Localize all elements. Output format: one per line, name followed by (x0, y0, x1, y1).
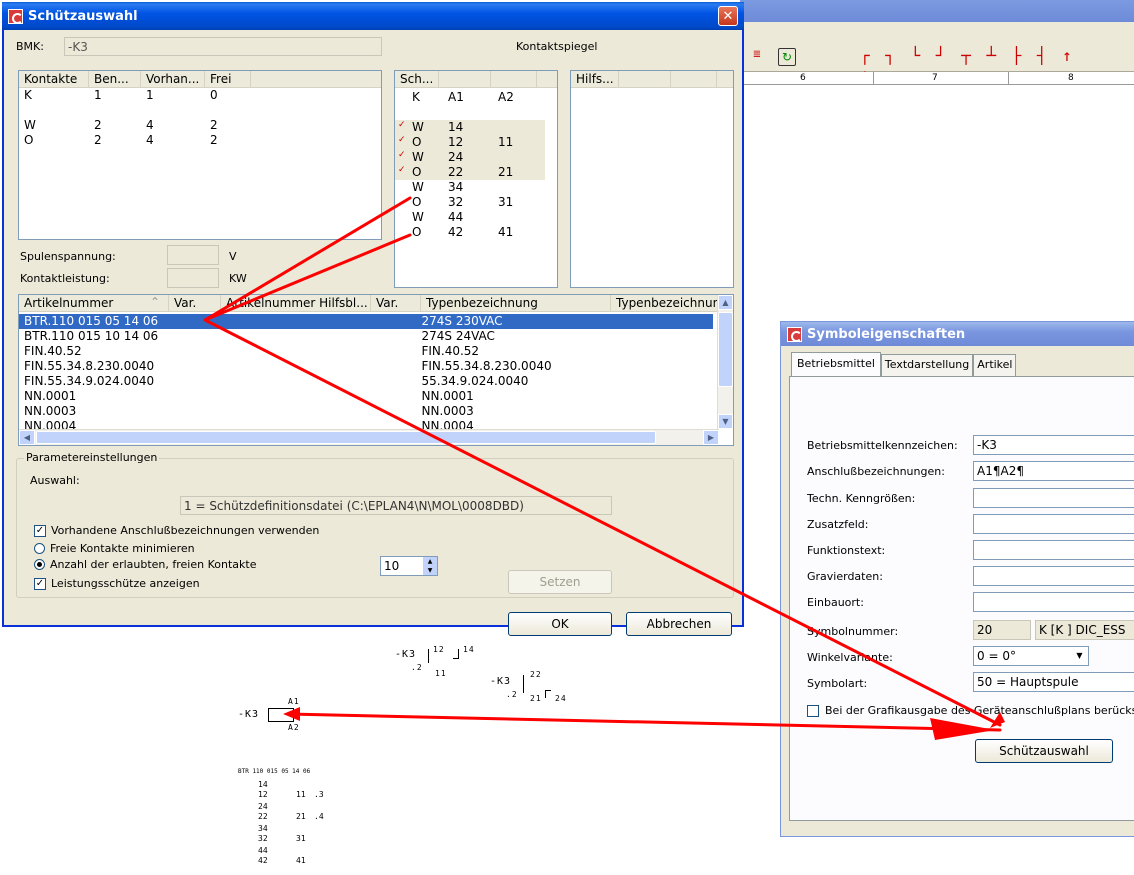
arrow-article-to-button (203, 318, 1002, 727)
arrow-coil-to-button (286, 712, 1002, 732)
annotation-arrows (203, 196, 1005, 740)
arrowhead-button-2 (930, 718, 995, 740)
arrowhead-coil (283, 707, 300, 721)
arrow-mirror-to-article (204, 196, 412, 322)
